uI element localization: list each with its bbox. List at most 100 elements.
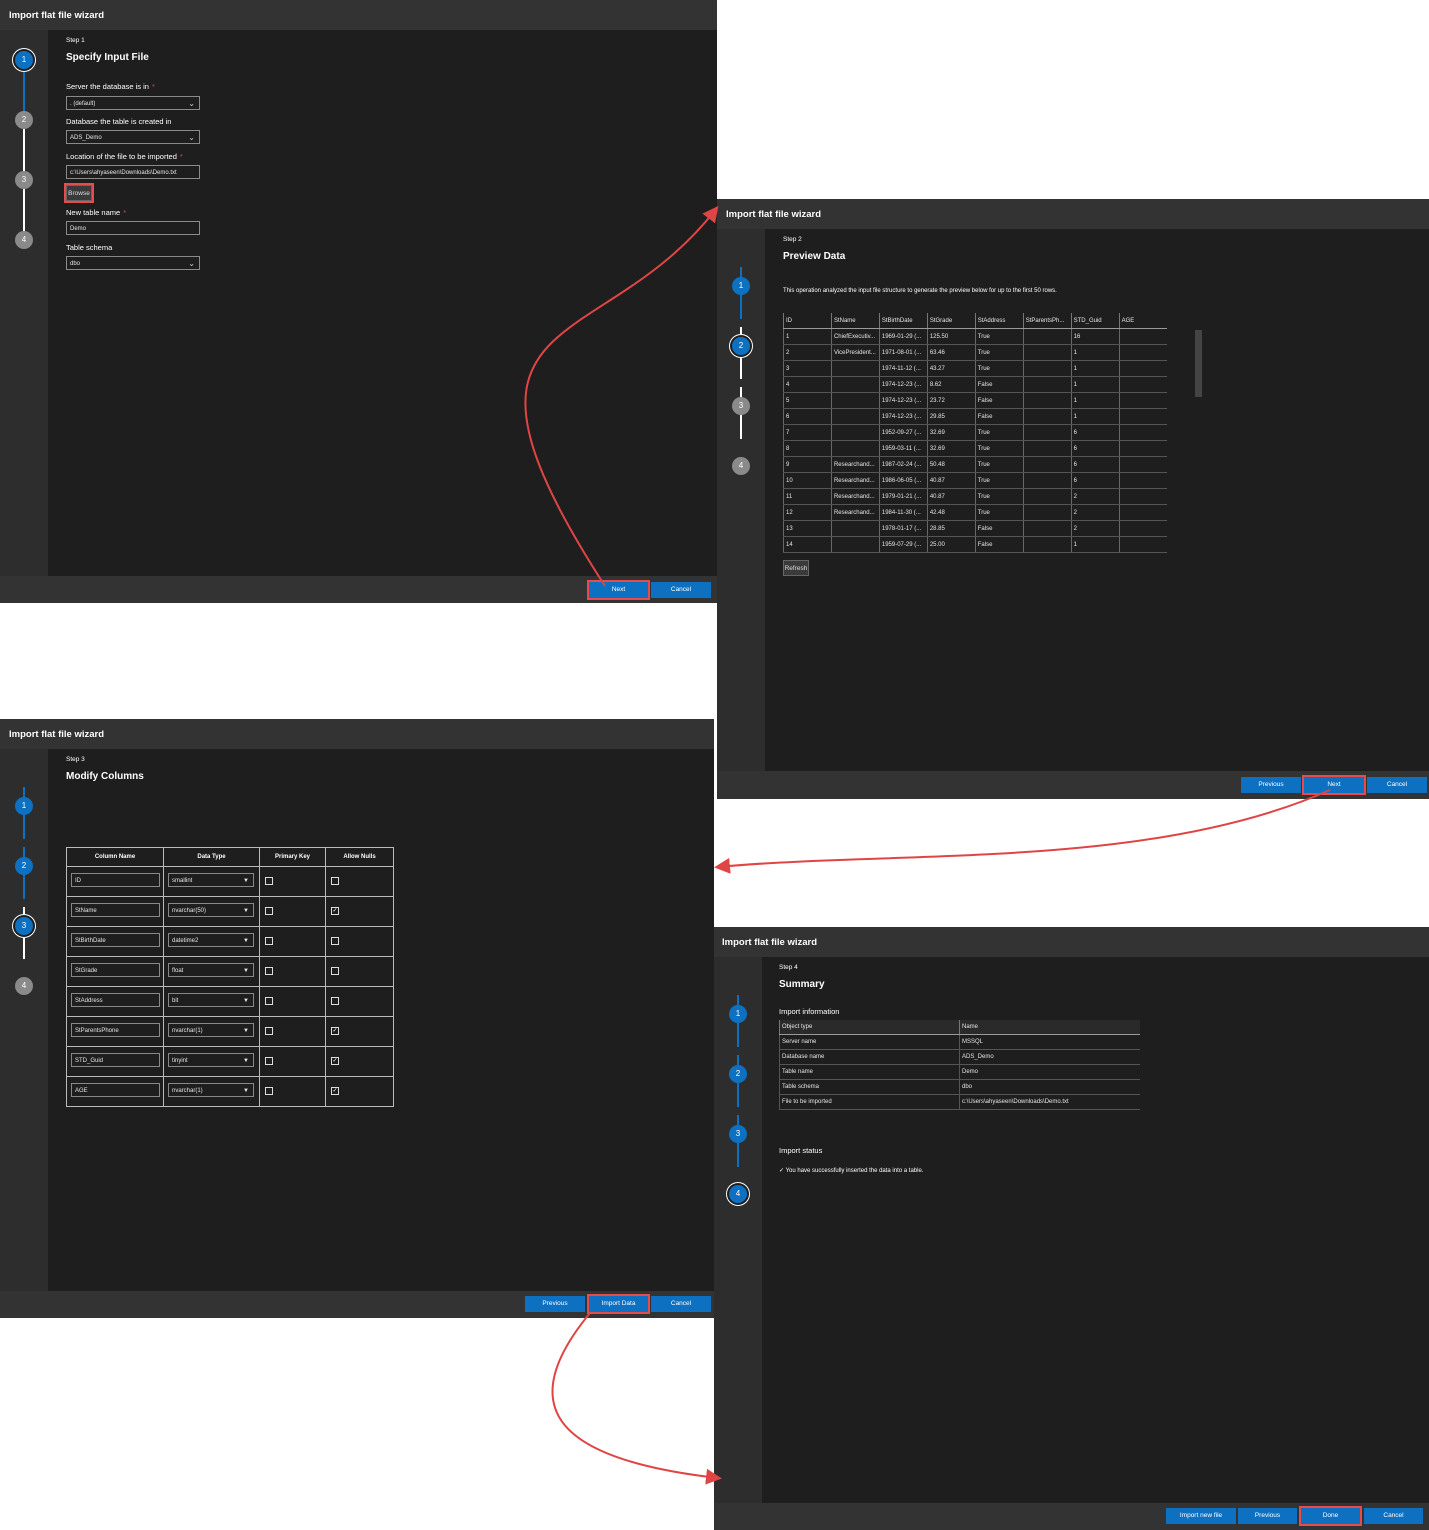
step-1-indicator[interactable]: 1 (729, 1005, 747, 1023)
server-select[interactable]: . (default) ⌄ (66, 96, 200, 110)
data-type-select[interactable]: tinyint ▼ (168, 1053, 254, 1067)
table-cell (1118, 536, 1167, 553)
column-name-input[interactable]: StParentsPhone (71, 1023, 160, 1037)
scrollbar-thumb[interactable] (1195, 330, 1202, 397)
page-title: Summary (779, 979, 825, 990)
schema-select[interactable]: dbo ⌄ (66, 256, 200, 270)
table-cell: 32.69 (926, 424, 976, 441)
table-cell: 1 (783, 328, 832, 345)
table-row: Table name Demo (779, 1064, 1140, 1080)
column-name-input[interactable]: STD_Guid (71, 1053, 160, 1067)
step-3-indicator[interactable]: 3 (15, 171, 33, 189)
preview-grid[interactable]: ID StName StBirthDate StGrade StAddress StPar… (783, 313, 1167, 553)
done-button[interactable]: Done (1299, 1506, 1362, 1526)
primary-key-checkbox[interactable] (265, 877, 273, 885)
data-type-select[interactable]: nvarchar(1) ▼ (168, 1023, 254, 1037)
allow-nulls-checkbox[interactable]: ✓ (331, 1057, 339, 1065)
step-2-indicator[interactable]: 2 (15, 111, 33, 129)
primary-key-cell (259, 956, 326, 987)
browse-button[interactable]: Browse (64, 183, 94, 203)
column-name-input[interactable]: StName (71, 903, 160, 917)
primary-key-checkbox[interactable] (265, 997, 273, 1005)
step-4-indicator[interactable]: 4 (15, 977, 33, 995)
database-select[interactable]: ADS_Demo ⌄ (66, 130, 200, 144)
allow-nulls-checkbox[interactable] (331, 937, 339, 945)
table-cell: 23.72 (926, 392, 976, 409)
primary-key-checkbox[interactable] (265, 1027, 273, 1035)
table-name-input[interactable]: Demo (66, 221, 200, 235)
allow-nulls-checkbox[interactable] (331, 877, 339, 885)
import-new-file-button[interactable]: Import new file (1166, 1508, 1236, 1524)
table-cell: True (974, 504, 1024, 521)
data-type-select[interactable]: nvarchar(50) ▼ (168, 903, 254, 917)
step-4-indicator[interactable]: 4 (732, 457, 750, 475)
import-data-button[interactable]: Import Data (587, 1294, 650, 1314)
primary-key-checkbox[interactable] (265, 1057, 273, 1065)
step-3-indicator[interactable]: 3 (15, 917, 33, 935)
data-type-select[interactable]: bit ▼ (168, 993, 254, 1007)
step-1-indicator[interactable]: 1 (15, 51, 33, 69)
data-type-select[interactable]: nvarchar(1) ▼ (168, 1083, 254, 1097)
table-cell (1022, 392, 1072, 409)
column-name-input[interactable]: StGrade (71, 963, 160, 977)
step-1-indicator[interactable]: 1 (732, 277, 750, 295)
chevron-down-icon: ⌄ (188, 259, 195, 268)
location-input[interactable]: c:\Users\ahyaseen\Downloads\Demo.txt (66, 165, 200, 179)
table-cell: 15 (783, 552, 832, 553)
data-type-select[interactable]: smallint ▼ (168, 873, 254, 887)
cancel-button[interactable]: Cancel (651, 582, 711, 598)
primary-key-cell (259, 1016, 326, 1047)
dropdown-arrow-icon: ▼ (243, 1088, 249, 1094)
table-cell: False (974, 376, 1024, 393)
step-1-indicator[interactable]: 1 (15, 797, 33, 815)
previous-button[interactable]: Previous (525, 1296, 585, 1312)
step-3-indicator[interactable]: 3 (732, 397, 750, 415)
step-4-indicator[interactable]: 4 (729, 1185, 747, 1203)
table-cell: Researchand... (830, 488, 880, 505)
allow-nulls-checkbox[interactable]: ✓ (331, 1087, 339, 1095)
step-content: Step 3 Modify Columns Column Name Data T… (48, 749, 714, 1291)
next-button[interactable]: Next (587, 580, 650, 600)
allow-nulls-checkbox[interactable] (331, 967, 339, 975)
step-4-indicator[interactable]: 4 (15, 231, 33, 249)
previous-button[interactable]: Previous (1241, 777, 1301, 793)
preview-description: This operation analyzed the input file s… (783, 288, 1057, 294)
table-cell: 3 (783, 360, 832, 377)
next-button[interactable]: Next (1302, 775, 1366, 795)
column-name-input[interactable]: StAddress (71, 993, 160, 1007)
column-name-input[interactable]: StBirthDate (71, 933, 160, 947)
allow-nulls-checkbox[interactable]: ✓ (331, 1027, 339, 1035)
table-row: Server name MSSQL (779, 1034, 1140, 1050)
cancel-button[interactable]: Cancel (1367, 777, 1427, 793)
dropdown-arrow-icon: ▼ (243, 878, 249, 884)
column-name-input[interactable]: AGE (71, 1083, 160, 1097)
table-cell (1022, 376, 1072, 393)
primary-key-checkbox[interactable] (265, 967, 273, 975)
cancel-button[interactable]: Cancel (651, 1296, 711, 1312)
allow-nulls-cell: ✓ (325, 896, 394, 927)
data-type-select[interactable]: datetime2 ▼ (168, 933, 254, 947)
previous-button[interactable]: Previous (1238, 1508, 1297, 1524)
data-type-cell: datetime2 ▼ (163, 926, 260, 957)
table-row: 6 1974-12-23 (... 29.85 False 1 (783, 408, 1167, 425)
data-type-cell: smallint ▼ (163, 866, 260, 897)
object-name-cell: ADS_Demo (959, 1049, 1140, 1065)
refresh-button[interactable]: Refresh (783, 560, 809, 576)
primary-key-cell (259, 1046, 326, 1077)
table-cell (1118, 408, 1167, 425)
step-2-indicator[interactable]: 2 (15, 857, 33, 875)
allow-nulls-checkbox[interactable]: ✓ (331, 907, 339, 915)
allow-nulls-cell: ✓ (325, 1076, 394, 1107)
step-2-indicator[interactable]: 2 (729, 1065, 747, 1083)
data-type-select[interactable]: float ▼ (168, 963, 254, 977)
table-cell: 1 (1070, 392, 1120, 409)
table-cell: 1 (1070, 360, 1120, 377)
step-2-indicator[interactable]: 2 (732, 337, 750, 355)
primary-key-checkbox[interactable] (265, 1087, 273, 1095)
step-3-indicator[interactable]: 3 (729, 1125, 747, 1143)
primary-key-checkbox[interactable] (265, 937, 273, 945)
primary-key-checkbox[interactable] (265, 907, 273, 915)
cancel-button[interactable]: Cancel (1364, 1508, 1423, 1524)
allow-nulls-checkbox[interactable] (331, 997, 339, 1005)
column-name-input[interactable]: ID (71, 873, 160, 887)
